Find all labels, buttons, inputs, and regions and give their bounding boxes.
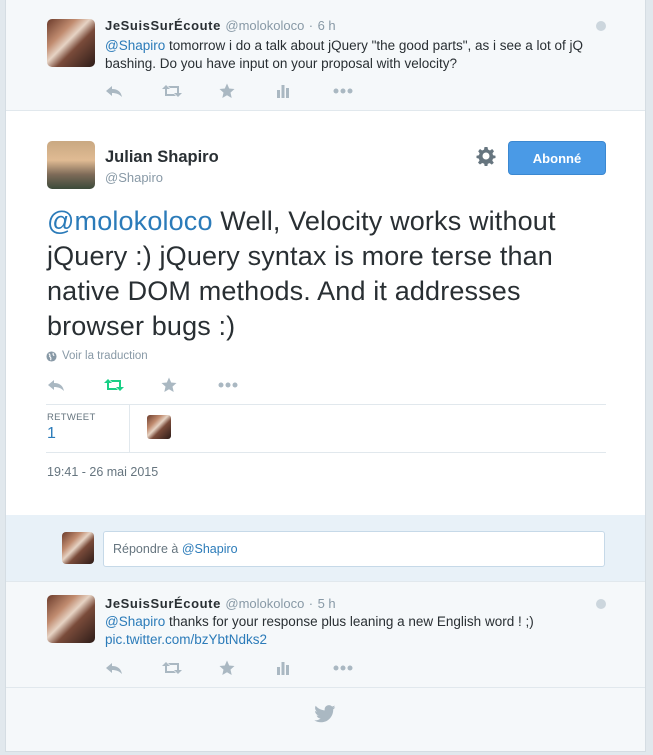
user-handle[interactable]: @molokoloco [225,18,304,33]
display-name[interactable]: JeSuisSurÉcoute [105,18,221,33]
more-button[interactable] [333,82,390,100]
user-handle[interactable]: @Shapiro [105,170,163,185]
tweet-actions [47,376,275,394]
user-handle[interactable]: @molokoloco [225,596,304,611]
stats-button[interactable] [276,82,333,100]
retweet-button[interactable] [104,376,161,394]
tweet-text: @Shapiro thanks for your response plus l… [105,613,605,649]
mention-link[interactable]: @Shapiro [105,38,165,53]
tweet-text: @Shapiro tomorrow i do a talk about jQue… [105,37,605,73]
retweet-icon [162,662,182,674]
gear-icon[interactable] [476,146,496,166]
tweet-actions [105,82,390,100]
more-icon [333,88,353,94]
retweet-button[interactable] [162,82,219,100]
stats-icon [277,85,289,98]
retweet-icon [104,379,124,391]
timestamp[interactable]: 5 h [318,596,336,611]
reply-button[interactable] [105,82,162,100]
translate-label: Voir la traduction [62,350,148,362]
media-link[interactable]: pic.twitter.com/bzYbtNdks2 [105,632,267,647]
avatar[interactable] [47,19,95,67]
tweet-timestamp[interactable]: 19:41 - 26 mai 2015 [47,465,158,479]
reply-mention: @Shapiro [181,542,238,556]
more-button[interactable] [218,376,275,394]
retweet-button[interactable] [162,659,219,677]
reply-button[interactable] [105,659,162,677]
retweet-icon [162,85,182,97]
timestamp[interactable]: 6 h [318,18,336,33]
more-icon [218,382,238,388]
following-button[interactable]: Abonné [508,141,606,175]
twitter-bird-icon [314,705,336,723]
tweet-body: tomorrow i do a talk about jQuery "the g… [105,38,584,71]
stats-button[interactable] [276,659,333,677]
more-button[interactable] [333,659,390,677]
tweet-descendant[interactable]: JeSuisSurÉcoute @molokoloco · 5 h @Shapi… [6,582,645,687]
reply-box: Répondre à @Shapiro [6,515,645,582]
reply-icon [106,663,122,674]
favorite-icon [161,377,177,392]
retweet-stat[interactable]: RETWEET 1 [46,405,130,452]
reply-icon [48,380,64,391]
retweeter-avatar[interactable] [147,415,171,439]
favorite-button[interactable] [219,82,276,100]
tweet-body: thanks for your response plus leaning a … [165,614,534,629]
reply-input[interactable]: Répondre à @Shapiro [103,531,605,567]
more-icon [333,665,353,671]
favorite-button[interactable] [161,376,218,394]
retweet-stat-count: 1 [47,425,56,442]
tweet-actions [105,659,390,677]
translate-link[interactable]: Voir la traduction [46,350,148,362]
retweet-stat-label: RETWEET [47,412,96,423]
reply-placeholder: Répondre à [113,542,182,556]
avatar[interactable] [47,141,95,189]
tweet-header: JeSuisSurÉcoute @molokoloco · 6 h [105,17,336,35]
reply-button[interactable] [47,376,104,394]
reply-icon [106,86,122,97]
mention-link[interactable]: @Shapiro [105,614,165,629]
divider [6,687,645,688]
stats-icon [277,662,289,675]
mention-link[interactable]: @molokoloco [47,206,213,236]
tweet-header: JeSuisSurÉcoute @molokoloco · 5 h [105,595,336,613]
separator: · [308,18,314,33]
tweet-conversation: JeSuisSurÉcoute @molokoloco · 6 h @Shapi… [5,0,646,752]
tweet-stats: RETWEET 1 [46,404,606,453]
favorite-button[interactable] [219,659,276,677]
tweet-text: @molokoloco Well, Velocity works without… [47,204,617,344]
avatar [62,532,94,564]
favorite-icon [219,660,235,675]
display-name[interactable]: Julian Shapiro [105,148,219,167]
avatar[interactable] [47,595,95,643]
globe-icon [46,350,57,362]
geo-icon [596,599,606,609]
separator: · [308,596,314,611]
geo-icon [596,21,606,31]
display-name[interactable]: JeSuisSurÉcoute [105,596,221,611]
tweet-ancestor[interactable]: JeSuisSurÉcoute @molokoloco · 6 h @Shapi… [6,0,645,110]
favorite-icon [219,83,235,98]
